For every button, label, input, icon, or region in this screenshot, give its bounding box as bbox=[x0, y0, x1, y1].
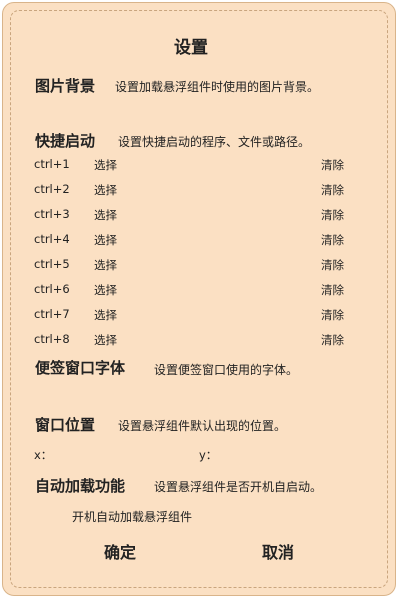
shortcut-key-label: ctrl+3 bbox=[34, 207, 70, 221]
autoload-option[interactable]: 开机自动加载悬浮组件 bbox=[72, 508, 192, 525]
shortcut-clear-button[interactable]: 清除 bbox=[321, 232, 344, 248]
shortcut-clear-button[interactable]: 清除 bbox=[321, 207, 344, 223]
shortcut-clear-button[interactable]: 清除 bbox=[321, 307, 344, 323]
shortcut-key-label: ctrl+1 bbox=[34, 157, 70, 171]
section-autoload-desc: 设置悬浮组件是否开机自启动。 bbox=[154, 480, 323, 494]
ok-button[interactable]: 确定 bbox=[104, 539, 136, 563]
shortcut-select-button[interactable]: 选择 bbox=[94, 207, 117, 223]
shortcut-clear-button[interactable]: 清除 bbox=[321, 282, 344, 298]
shortcut-clear-button[interactable]: 清除 bbox=[321, 182, 344, 198]
shortcut-key-label: ctrl+4 bbox=[34, 232, 70, 246]
shortcut-select-button[interactable]: 选择 bbox=[94, 182, 117, 198]
section-font-label[interactable]: 便签窗口字体 bbox=[35, 357, 125, 378]
section-position-label: 窗口位置 bbox=[35, 416, 96, 434]
position-y-input[interactable] bbox=[219, 446, 349, 462]
section-autoload-label: 自动加载功能 bbox=[35, 477, 126, 495]
section-shortcuts-label: 快捷启动 bbox=[35, 132, 96, 150]
position-y-label: y： bbox=[199, 448, 218, 462]
section-font-desc: 设置便签窗口使用的字体。 bbox=[154, 363, 299, 377]
shortcut-key-label: ctrl+2 bbox=[34, 182, 70, 196]
shortcut-select-button[interactable]: 选择 bbox=[94, 282, 117, 298]
section-background-desc: 设置加载悬浮组件时使用的图片背景。 bbox=[115, 80, 320, 94]
cancel-button[interactable]: 取消 bbox=[262, 539, 294, 563]
section-shortcuts-desc: 设置快捷启动的程序、文件或路径。 bbox=[118, 135, 311, 149]
dashed-border bbox=[10, 10, 388, 588]
shortcut-clear-button[interactable]: 清除 bbox=[321, 332, 344, 348]
section-position-desc: 设置悬浮组件默认出现的位置。 bbox=[118, 419, 287, 433]
shortcut-select-button[interactable]: 选择 bbox=[94, 232, 117, 248]
shortcut-select-button[interactable]: 选择 bbox=[94, 157, 117, 173]
position-x-label: x： bbox=[34, 448, 53, 462]
shortcut-key-label: ctrl+5 bbox=[34, 257, 70, 271]
shortcut-key-label: ctrl+8 bbox=[34, 332, 70, 346]
shortcut-select-button[interactable]: 选择 bbox=[94, 257, 117, 273]
shortcut-clear-button[interactable]: 清除 bbox=[321, 257, 344, 273]
shortcut-select-button[interactable]: 选择 bbox=[94, 332, 117, 348]
section-background-label: 图片背景 bbox=[35, 77, 96, 95]
shortcut-key-label: ctrl+6 bbox=[34, 282, 70, 296]
dialog-title: 设置 bbox=[174, 38, 208, 58]
shortcut-key-label: ctrl+7 bbox=[34, 307, 70, 321]
position-x-input[interactable] bbox=[54, 446, 184, 462]
shortcut-select-button[interactable]: 选择 bbox=[94, 307, 117, 323]
shortcut-clear-button[interactable]: 清除 bbox=[321, 157, 344, 173]
